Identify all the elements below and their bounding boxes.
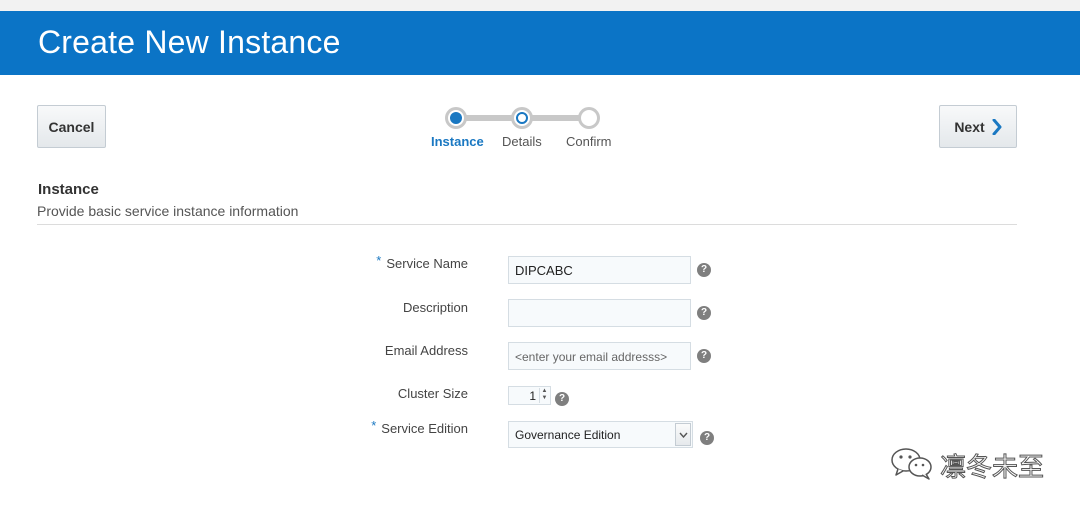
wechat-logo-icon: [890, 446, 934, 485]
cancel-button-label: Cancel: [48, 118, 95, 135]
cluster-size-label: Cluster Size: [397, 386, 468, 401]
description-label: Description: [402, 300, 468, 315]
watermark-text: 凛冬未至: [939, 453, 1045, 484]
section-subtitle: Provide basic service instance informati…: [37, 203, 299, 219]
cluster-size-value: 1: [529, 389, 536, 403]
progress-train: Instance Details Confirm: [420, 106, 630, 152]
service-name-label-text: Service Name: [386, 256, 468, 271]
cancel-button[interactable]: Cancel: [37, 105, 106, 148]
next-button[interactable]: Next: [939, 105, 1017, 148]
chevron-down-icon[interactable]: [675, 423, 691, 446]
stepper-spin[interactable]: ▲ ▼: [539, 388, 549, 403]
required-marker: *: [376, 253, 382, 268]
top-strip: [0, 0, 1080, 11]
next-button-label: Next: [954, 118, 985, 135]
chevron-right-icon: [992, 118, 1002, 135]
train-stop-confirm[interactable]: [578, 107, 600, 129]
train-connector: [464, 115, 514, 121]
service-edition-label: * Service Edition: [318, 418, 468, 436]
train-connector: [530, 115, 581, 121]
train-label-details[interactable]: Details: [502, 134, 542, 149]
help-icon[interactable]: ?: [697, 263, 711, 277]
email-address-label: Email Address: [384, 343, 468, 358]
required-marker: *: [371, 418, 377, 433]
help-icon[interactable]: ?: [700, 431, 714, 445]
service-edition-select[interactable]: Governance Edition: [508, 421, 693, 448]
service-name-input[interactable]: [508, 256, 691, 284]
help-icon[interactable]: ?: [697, 349, 711, 363]
spin-up-icon[interactable]: ▲: [540, 388, 549, 395]
train-label-instance[interactable]: Instance: [431, 134, 484, 149]
description-input[interactable]: [508, 299, 691, 327]
section-divider: [37, 224, 1017, 225]
cluster-size-stepper[interactable]: 1 ▲ ▼: [508, 386, 551, 405]
page-title: Create New Instance: [38, 24, 341, 60]
train-stop-instance[interactable]: [445, 107, 467, 129]
help-icon[interactable]: ?: [555, 392, 569, 406]
train-label-confirm[interactable]: Confirm: [566, 134, 612, 149]
help-icon[interactable]: ?: [697, 306, 711, 320]
section-title: Instance: [38, 181, 99, 198]
service-name-label: * Service Name: [318, 253, 468, 271]
email-address-input[interactable]: [508, 342, 691, 370]
service-edition-value: Governance Edition: [515, 428, 621, 442]
service-edition-label-text: Service Edition: [381, 421, 468, 436]
watermark: 凛冬未至: [890, 446, 1045, 485]
train-stop-details[interactable]: [511, 107, 533, 129]
spin-down-icon[interactable]: ▼: [540, 395, 549, 402]
page-header: Create New Instance: [0, 11, 1080, 75]
